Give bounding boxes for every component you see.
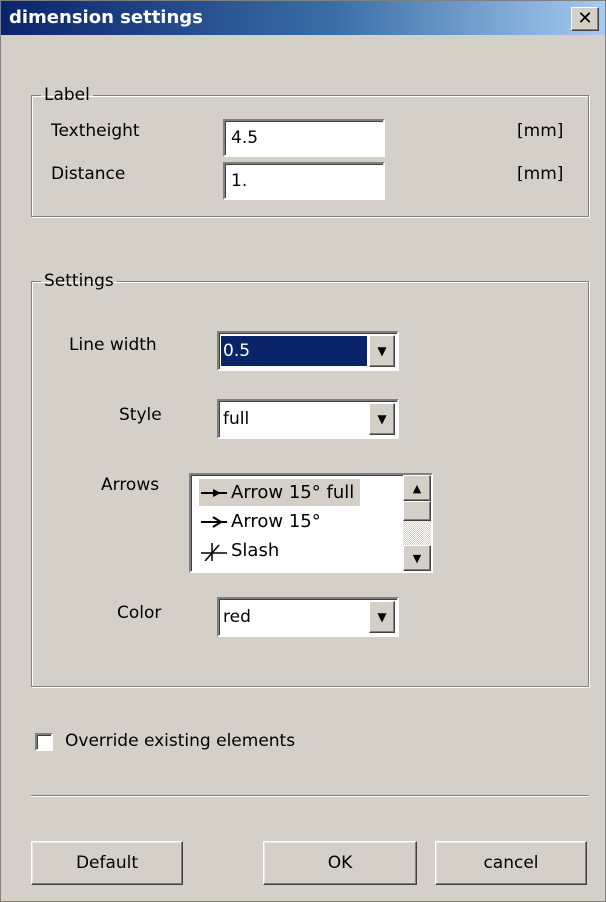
separator xyxy=(31,795,589,797)
chevron-down-icon: ▼ xyxy=(412,551,422,565)
slash-icon xyxy=(199,541,231,561)
window-title: dimension settings xyxy=(9,7,203,28)
cancel-button[interactable]: cancel xyxy=(435,841,587,885)
distance-unit: [mm] xyxy=(517,164,564,184)
close-icon: ✕ xyxy=(577,8,593,29)
list-item-label: Slash xyxy=(231,540,280,561)
textheight-unit: [mm] xyxy=(517,121,564,141)
label-group-legend: Label xyxy=(44,85,90,105)
arrow-full-icon xyxy=(199,486,231,500)
color-select[interactable]: red ▼ xyxy=(217,597,399,637)
list-item[interactable]: Slash xyxy=(199,537,279,564)
scroll-up-button[interactable]: ▲ xyxy=(403,475,431,501)
chevron-down-icon: ▼ xyxy=(377,412,387,426)
color-label: Color xyxy=(117,603,162,623)
textheight-label: Textheight xyxy=(51,121,140,141)
override-label[interactable]: Override existing elements xyxy=(65,731,295,751)
style-select[interactable]: full ▼ xyxy=(217,399,399,439)
list-item-label: Arrow 15° xyxy=(231,511,321,532)
override-checkbox[interactable] xyxy=(35,733,53,751)
scroll-down-button[interactable]: ▼ xyxy=(403,545,431,571)
distance-label: Distance xyxy=(51,164,126,184)
close-button[interactable]: ✕ xyxy=(571,7,599,31)
chevron-up-icon: ▲ xyxy=(412,481,422,495)
line-width-select[interactable]: 0.5 ▼ xyxy=(217,331,399,371)
line-width-dropdown-button[interactable]: ▼ xyxy=(369,335,395,367)
chevron-down-icon: ▼ xyxy=(377,344,387,358)
textheight-input[interactable]: 4.5 xyxy=(223,119,385,157)
title-bar[interactable]: dimension settings ✕ xyxy=(1,1,605,35)
style-label: Style xyxy=(119,405,162,425)
color-dropdown-button[interactable]: ▼ xyxy=(369,601,395,633)
settings-group-legend: Settings xyxy=(44,271,114,291)
list-item-label: Arrow 15° full xyxy=(231,482,355,503)
default-button[interactable]: Default xyxy=(31,841,183,885)
style-dropdown-button[interactable]: ▼ xyxy=(369,403,395,435)
scroll-thumb[interactable] xyxy=(403,501,431,521)
arrows-scrollbar[interactable]: ▲ ▼ xyxy=(403,475,431,571)
ok-button[interactable]: OK xyxy=(263,841,417,885)
arrow-open-icon xyxy=(199,515,231,529)
style-value: full xyxy=(223,409,250,429)
textheight-value: 4.5 xyxy=(231,128,259,148)
distance-input[interactable]: 1. xyxy=(223,162,385,200)
line-width-value: 0.5 xyxy=(221,336,367,366)
arrows-listbox[interactable]: Arrow 15° full Arrow 15° Slash ▲ ▼ xyxy=(189,473,433,573)
distance-value: 1. xyxy=(231,171,248,191)
list-item[interactable]: Arrow 15° xyxy=(199,508,321,535)
list-item[interactable]: Arrow 15° full xyxy=(199,479,361,506)
line-width-label: Line width xyxy=(69,335,157,355)
dialog-window: dimension settings ✕ Label Textheight 4.… xyxy=(0,0,606,902)
chevron-down-icon: ▼ xyxy=(377,610,387,624)
color-value: red xyxy=(223,607,251,627)
arrows-label: Arrows xyxy=(101,475,160,495)
